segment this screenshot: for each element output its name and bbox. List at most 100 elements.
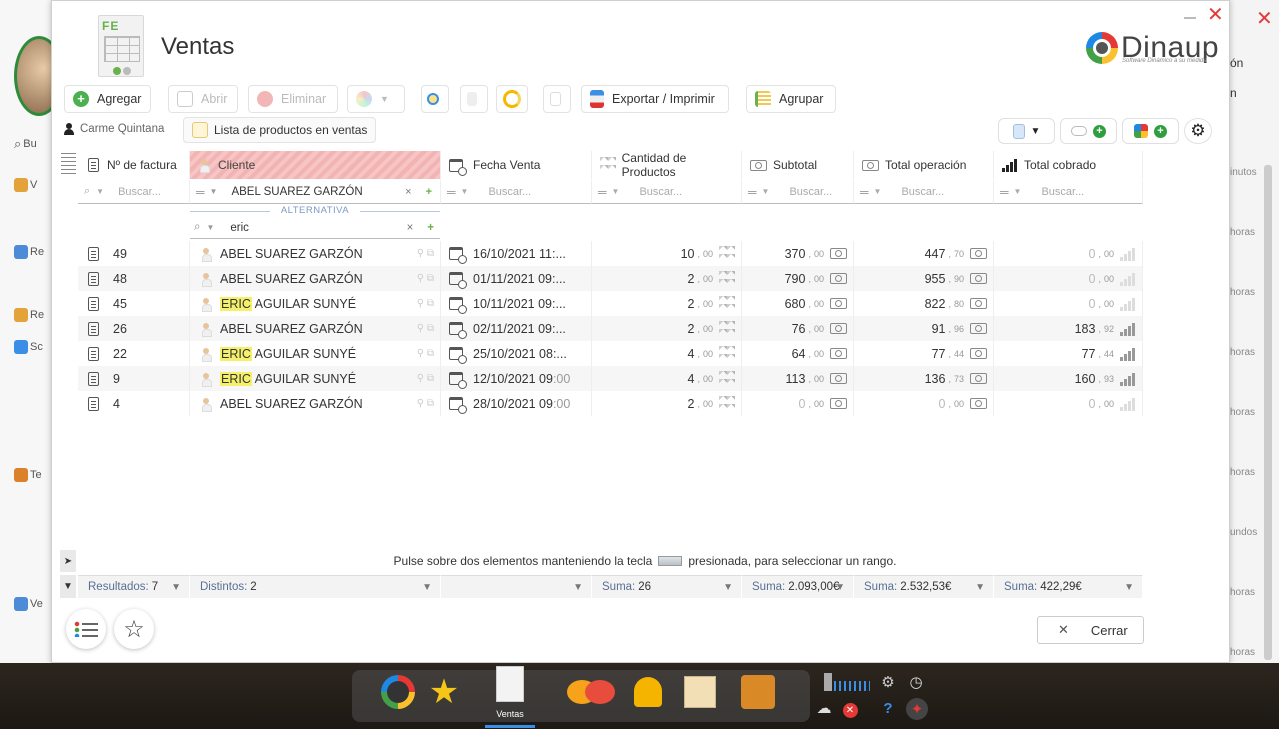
total-value: 955 <box>924 271 946 286</box>
client-actions-icon[interactable]: ⚲ ⧉ <box>417 348 434 359</box>
table-row[interactable]: 22 ERIC AGUILAR SUNYÉ ⚲ ⧉ 25/10/2021 08:...… <box>78 341 1143 366</box>
client-name: ERIC AGUILAR SUNYÉ <box>220 346 357 361</box>
quantity-sum[interactable]: Suma: 26 ▼ <box>592 575 742 598</box>
table-row[interactable]: 49 ABEL SUAREZ GARZÓN ⚲ ⧉ 16/10/2021 11:...… <box>78 241 1143 266</box>
add-button[interactable]: + Agregar <box>64 85 151 113</box>
list-icon <box>74 621 98 637</box>
search-highlight: ERIC <box>220 296 252 311</box>
add-filter-icon[interactable]: + <box>426 186 432 198</box>
total-search-input[interactable]: ═ ▼ Buscar... <box>854 180 994 204</box>
close-button[interactable]: ✕ Cerrar <box>1037 616 1144 644</box>
sales-app-icon[interactable] <box>490 664 530 704</box>
color-filter-dropdown[interactable]: ▼ <box>347 85 405 113</box>
client-name: ABEL SUAREZ GARZÓN <box>220 396 363 411</box>
column-header-total[interactable]: Total operación <box>854 151 994 179</box>
invoice-icon <box>88 158 99 172</box>
column-header-client[interactable]: Cliente <box>190 151 441 179</box>
select-mode-button[interactable]: ➤ <box>60 550 76 572</box>
table-row[interactable]: 48 ABEL SUAREZ GARZÓN ⚲ ⧉ 01/11/2021 09:...… <box>78 266 1143 291</box>
client-avatar-icon <box>202 372 212 387</box>
background-nav-item: Ve <box>14 597 43 611</box>
column-header-subtotal[interactable]: Subtotal <box>742 151 854 179</box>
background-close-icon[interactable]: ✕ <box>1256 6 1273 31</box>
favorite-button[interactable]: ☆ <box>114 609 154 649</box>
clear-filter-icon[interactable]: × <box>405 186 411 198</box>
paid-search-input[interactable]: ═ ▼ Buscar... <box>994 180 1143 204</box>
dinaup-home-icon[interactable] <box>378 672 418 712</box>
client-actions-icon[interactable]: ⚲ ⧉ <box>417 398 434 409</box>
boxes-icon <box>719 370 735 387</box>
clock-icon[interactable]: ◷ <box>906 672 926 692</box>
chat-icon[interactable] <box>564 672 618 712</box>
search-button[interactable] <box>421 85 449 113</box>
favorites-star-icon[interactable]: ★ <box>424 672 464 712</box>
list-selector[interactable]: Lista de productos en ventas <box>183 117 377 143</box>
quantity-search-input[interactable]: ═ ▼ Buscar... <box>592 180 742 204</box>
add-filter-icon[interactable]: + <box>427 222 434 234</box>
table-row[interactable]: 9 ERIC AGUILAR SUNYÉ ⚲ ⧉ 12/10/2021 09:00 4,… <box>78 366 1143 391</box>
wallet-icon[interactable] <box>738 672 778 712</box>
notifications-bell-icon[interactable] <box>628 672 668 712</box>
add-calculation-button[interactable]: + <box>1122 118 1179 144</box>
client-actions-icon[interactable]: ⚲ ⧉ <box>417 298 434 309</box>
paid-value: 183 <box>1074 321 1096 336</box>
client-actions-icon[interactable]: ⚲ ⧉ <box>417 273 434 284</box>
date-search-input[interactable]: ═ ▼ Buscar... <box>441 180 592 204</box>
list-view-button[interactable] <box>66 609 106 649</box>
chevron-down-icon: ▼ <box>460 187 469 196</box>
total-sum[interactable]: Suma: 2.532,53€ ▼ <box>854 575 994 598</box>
paid-sum[interactable]: Suma: 422,29€ ▼ <box>994 575 1143 598</box>
chevron-down-icon: ▼ <box>171 581 181 593</box>
current-user: Carme Quintana <box>64 123 164 135</box>
column-header-paid[interactable]: Total cobrado <box>994 151 1143 179</box>
bar-chart-icon <box>1120 247 1136 261</box>
total-value: 77 <box>931 346 946 361</box>
trash-button[interactable] <box>460 85 488 113</box>
date-aggregate[interactable]: ▼ <box>441 575 592 598</box>
results-count[interactable]: Resultados: 7 ▼ <box>78 575 190 598</box>
view-mode-dropdown[interactable]: ▼ <box>998 118 1055 144</box>
open-button[interactable]: Abrir <box>168 85 238 113</box>
table-row[interactable]: 45 ERIC AGUILAR SUNYÉ ⚲ ⧉ 10/11/2021 09:...… <box>78 291 1143 316</box>
money-icon <box>970 348 987 359</box>
settings-button[interactable]: ⚙ <box>1184 118 1212 144</box>
client-actions-icon[interactable]: ⚲ ⧉ <box>417 323 434 334</box>
paid-value: 77 <box>1081 346 1096 361</box>
chevron-down-icon: ▼ <box>206 223 215 232</box>
subtotal-search-input[interactable]: ═ ▼ Buscar... <box>742 180 854 204</box>
refresh-button[interactable] <box>496 85 528 113</box>
help-icon[interactable]: ? <box>878 698 898 718</box>
delete-button[interactable]: Eliminar <box>248 85 338 113</box>
column-menu-icon[interactable] <box>61 153 76 175</box>
cloud-icon[interactable]: ☁ <box>814 698 834 718</box>
signal-bars-icon <box>832 672 872 692</box>
distinct-count[interactable]: Distintos: 2 ▼ <box>190 575 441 598</box>
pin-icon[interactable]: ✦ <box>906 698 928 720</box>
settings-gear-icon[interactable]: ⚙ <box>878 672 898 692</box>
minimize-button[interactable] <box>1184 17 1196 19</box>
export-print-button[interactable]: Exportar / Imprimir <box>581 85 729 113</box>
paid-value: 0 <box>1088 271 1096 286</box>
notes-icon[interactable] <box>680 672 720 712</box>
subtotal-sum[interactable]: Suma: 2.093,00€ ▼ <box>742 575 854 598</box>
filter-toggle-button[interactable]: ▼ <box>60 575 76 598</box>
add-tag-button[interactable]: + <box>1060 118 1117 144</box>
error-status-icon[interactable]: ✕ <box>840 700 860 720</box>
client-actions-icon[interactable]: ⚲ ⧉ <box>417 248 434 259</box>
chevron-down-icon: ▼ <box>96 187 105 196</box>
column-header-date[interactable]: Fecha Venta <box>441 151 592 179</box>
client-actions-icon[interactable]: ⚲ ⧉ <box>417 373 434 384</box>
document-button[interactable] <box>543 85 571 113</box>
column-header-quantity[interactable]: Cantidad de Productos <box>592 151 742 179</box>
background-scrollbar[interactable] <box>1264 165 1272 660</box>
table-row[interactable]: 4 ABEL SUAREZ GARZÓN ⚲ ⧉ 28/10/2021 09:00 2,… <box>78 391 1143 416</box>
alternative-filter-input[interactable]: ⌕ ▼ eric × + <box>190 217 440 239</box>
invoice-search-input[interactable]: ⌕ ▼ Buscar... <box>78 180 190 204</box>
table-row[interactable]: 26 ABEL SUAREZ GARZÓN ⚲ ⧉ 02/11/2021 09:...… <box>78 316 1143 341</box>
column-header-invoice[interactable]: Nº de factura <box>78 151 190 179</box>
active-app-indicator <box>485 725 535 728</box>
group-button[interactable]: Agrupar <box>746 85 836 113</box>
window-close-icon[interactable]: ✕ <box>1207 4 1224 26</box>
client-filter-input[interactable]: ═ ▼ ABEL SUAREZ GARZÓN × + <box>190 180 441 204</box>
clear-filter-icon[interactable]: × <box>407 222 414 234</box>
